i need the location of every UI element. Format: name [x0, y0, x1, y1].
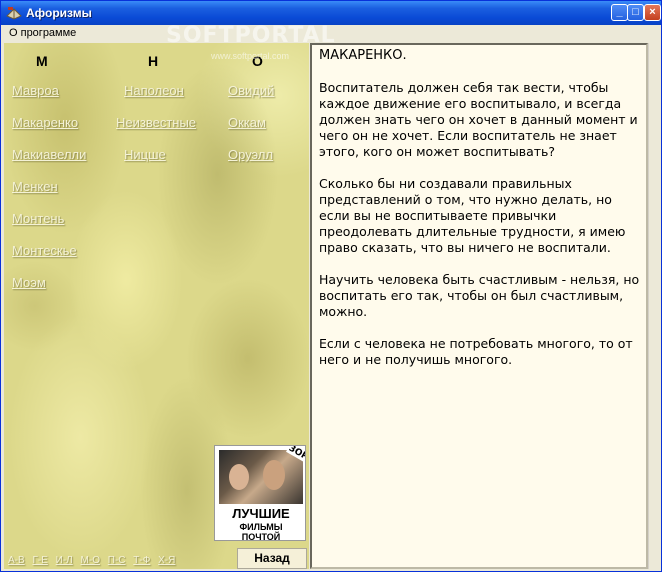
author-link-moem[interactable]: Моэм	[12, 275, 46, 290]
text-scrollbar[interactable]	[648, 43, 661, 569]
minimize-button[interactable]: _	[611, 4, 628, 21]
close-button[interactable]: ×	[644, 4, 661, 21]
alpha-link-i-l[interactable]: И-Л	[56, 555, 73, 566]
alphabet-nav: А-В Г-Е И-Л М-О П-С Т-Ф Х-Я	[8, 555, 180, 566]
app-window: Афоризмы _ □ × О программе М Н О Мавроа …	[0, 0, 662, 572]
ad-line-3: ПОЧТОЙ	[241, 532, 281, 541]
title-bar[interactable]: Афоризмы _ □ ×	[1, 1, 661, 25]
alpha-link-t-f[interactable]: Т-Ф	[133, 555, 150, 566]
author-link-monten[interactable]: Монтень	[12, 211, 64, 226]
author-link-makarenko[interactable]: Макаренко	[12, 115, 78, 130]
aphorism-paragraph: Воспитатель должен себя так вести, чтобы…	[319, 80, 638, 159]
author-link-monteskye[interactable]: Монтескье	[12, 243, 77, 258]
menu-about[interactable]: О программе	[9, 27, 76, 39]
back-button[interactable]: Назад	[237, 548, 307, 569]
softportal-watermark-url: www.softportal.com	[211, 51, 290, 61]
author-link-menken[interactable]: Менкен	[12, 179, 58, 194]
ad-face-2	[263, 460, 285, 490]
author-link-ovid[interactable]: Овидий	[228, 83, 274, 98]
ad-banner[interactable]: 3ОР ЛУЧШИЕ ФИЛЬМЫ ПОЧТОЙ	[214, 445, 306, 541]
author-link-mavroa[interactable]: Мавроа	[12, 83, 59, 98]
aphorism-author-title: МАКАРЕНКО.	[319, 48, 407, 63]
aphorism-paragraph: Сколько бы ни создавали правильных предс…	[319, 176, 626, 255]
column-letter-m: М	[36, 53, 48, 69]
ad-line-1: ЛУЧШИЕ	[232, 506, 290, 521]
ad-line-2: ФИЛЬМЫ	[239, 522, 283, 532]
window-title: Афоризмы	[26, 6, 92, 20]
maximize-button[interactable]: □	[627, 4, 644, 21]
author-link-makiavelli[interactable]: Макиавелли	[12, 147, 86, 162]
author-link-unknown[interactable]: Неизвестные	[116, 115, 196, 130]
ad-face-1	[229, 464, 249, 490]
column-letter-n: Н	[148, 53, 159, 69]
ad-photo	[219, 450, 303, 504]
author-link-nietzsche[interactable]: Ницше	[124, 147, 166, 162]
author-link-napoleon[interactable]: Наполеон	[124, 83, 184, 98]
author-link-orwell[interactable]: Оруэлл	[228, 147, 273, 162]
author-link-occam[interactable]: Оккам	[228, 115, 266, 130]
alpha-link-g-e[interactable]: Г-Е	[32, 555, 47, 566]
book-icon	[6, 7, 22, 20]
aphorism-text-area[interactable]: МАКАРЕНКО. Воспитатель должен себя так в…	[310, 43, 648, 569]
alpha-link-a-v[interactable]: А-В	[8, 555, 25, 566]
alpha-link-m-o[interactable]: М-О	[81, 555, 100, 566]
alpha-link-p-s[interactable]: П-С	[108, 555, 126, 566]
alpha-link-h-ya[interactable]: Х-Я	[158, 555, 175, 566]
authors-panel: М Н О Мавроа Макаренко Макиавелли Менкен…	[4, 43, 309, 569]
aphorism-paragraph: Если с человека не потребовать многого, …	[319, 336, 633, 367]
aphorism-paragraph: Научить человека быть счастливым - нельз…	[319, 272, 640, 319]
